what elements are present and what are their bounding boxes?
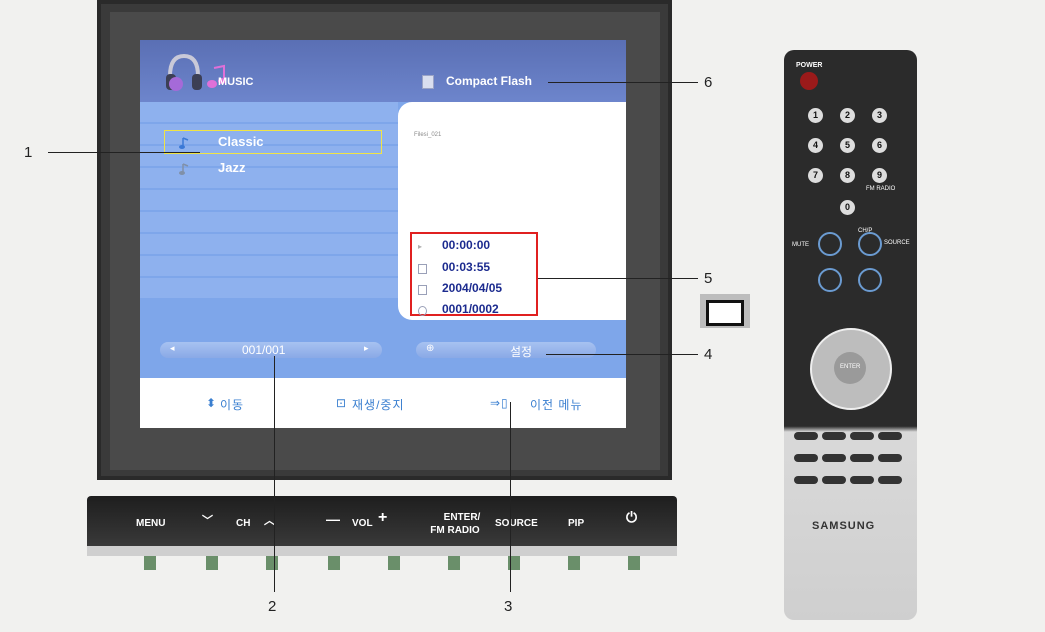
remote-key[interactable]: 4 [808,138,823,153]
vol-down-button[interactable] [818,268,842,292]
headphone-icon [166,53,202,91]
move-icon: ⬍ [206,396,218,410]
hint-move: 이동 [220,398,245,412]
callout-number: 3 [504,598,513,615]
remote-key[interactable]: 2 [840,108,855,123]
page-number: 001/001 [242,343,286,357]
pip-button[interactable]: PIP [568,518,584,529]
enter-button[interactable]: ENTER/ [432,512,492,523]
remote-key[interactable]: 7 [808,168,823,183]
enter-icon: ⊡ [336,396,348,410]
menu-button[interactable]: MENU [136,518,165,529]
vol-up-icon[interactable]: + [378,510,387,526]
vol-up-button[interactable] [818,232,842,256]
mute-label: MUTE [792,242,809,248]
hint-bar: ⬍ 이동 ⊡ 재생/중지 ⇒▯ 이전 메뉴 [140,378,626,428]
ch-down-button[interactable] [858,268,882,292]
page-indicator[interactable]: ◂ 001/001 ▸ [160,342,382,358]
callout-number: 4 [704,346,713,363]
settings-label: 설정 [510,345,533,359]
button-foot [448,556,460,570]
remote-key[interactable]: 3 [872,108,887,123]
vol-down-icon[interactable]: — [326,512,340,526]
play-icon: ▸ [418,242,423,251]
repeat-icon [418,306,427,316]
remote-key[interactable]: 8 [840,168,855,183]
button-foot [328,556,340,570]
fm-radio-label: FM RADIO [866,186,896,192]
remote-key[interactable]: 0 [840,200,855,215]
callout-number: 6 [704,74,713,91]
monitor-icon-screen [706,300,744,326]
file-index: 0001/0002 [442,302,499,316]
total-time: 00:03:55 [442,260,491,274]
settings-button[interactable]: ⊕ 설정 [416,342,596,359]
remote-key[interactable]: 9 [872,168,887,183]
prev-page-icon[interactable]: ◂ [170,343,175,354]
callout-line [538,278,698,279]
callout-line [548,82,698,83]
fm-radio-label: FM RADIO [430,525,480,536]
exit-icon: ⇒▯ [490,396,509,410]
button-foot [206,556,218,570]
source-button[interactable]: SOURCE [495,518,538,529]
remote-brand: SAMSUNG [812,520,876,532]
callout-line [510,402,511,592]
list-item-label[interactable]: Classic [218,134,264,149]
remote-power-button[interactable] [800,72,818,90]
remote-key[interactable]: 6 [872,138,887,153]
memory-card-icon [422,75,434,89]
settings-icon: ⊕ [426,343,435,354]
list-item-selected[interactable] [164,130,382,154]
music-note-icon [179,137,189,149]
ch-label: CH [236,518,251,529]
callout-line [48,152,200,153]
remote-key[interactable]: 5 [840,138,855,153]
remote-key[interactable]: 1 [808,108,823,123]
button-foot [388,556,400,570]
button-foot [628,556,640,570]
ch-up-button[interactable] [858,232,882,256]
callout-number: 1 [24,144,33,161]
remote-lower-buttons [794,428,904,496]
callout-number: 2 [268,598,277,615]
ch-down-icon[interactable]: ﹀ [202,516,213,527]
vol-label: VOL [352,518,373,529]
list-item-label[interactable]: Jazz [218,160,245,175]
power-label: POWER [796,62,823,69]
hint-previous-menu: 이전 메뉴 [530,398,583,412]
music-note-icon [179,163,189,175]
button-foot [568,556,580,570]
header-bar: MUSIC Compact Flash [140,40,626,102]
power-icon[interactable]: ⏻ [626,510,637,524]
clock-icon [418,264,427,274]
next-page-icon[interactable]: ▸ [364,343,369,354]
enter-label: ENTER [840,364,861,370]
preview-filename: Filesi_021 [414,132,442,138]
source-label: Compact Flash [446,74,533,88]
control-panel-base [87,546,677,556]
callout-line [546,354,698,355]
osd-screen: MUSIC Compact Flash Classic Jazz Filesi_… [140,40,626,428]
elapsed-time: 00:00:00 [442,238,491,252]
button-foot [144,556,156,570]
callout-line [274,356,275,592]
screen-title: MUSIC [218,76,254,88]
calendar-icon [418,285,427,295]
button-foot [266,556,278,570]
callout-number: 5 [704,270,713,287]
source-label: SOURCE [884,240,910,246]
hint-play-stop: 재생/중지 [352,398,405,412]
file-date: 2004/04/05 [442,281,503,295]
